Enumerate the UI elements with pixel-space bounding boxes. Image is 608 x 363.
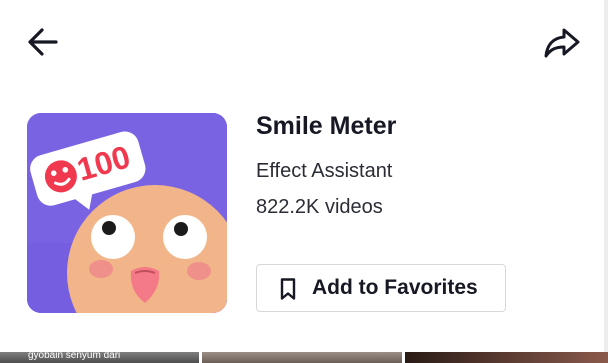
effect-thumbnail[interactable]: 100: [27, 113, 227, 313]
effect-title: Smile Meter: [256, 112, 397, 140]
video-count: 822.2K videos: [256, 196, 383, 218]
video-caption: gyobain senyum dari: [28, 352, 121, 361]
arrow-left-icon: [28, 28, 58, 56]
video-tile[interactable]: gyobain senyum dari: [0, 352, 199, 363]
smile-meter-thumbnail: 100: [27, 113, 227, 313]
top-bar: [0, 0, 608, 90]
add-to-favorites-button[interactable]: Add to Favorites: [256, 264, 506, 312]
add-to-favorites-label: Add to Favorites: [312, 276, 478, 299]
scroll-edge: [604, 0, 608, 352]
back-button[interactable]: [22, 22, 66, 62]
share-arrow-icon: [544, 28, 580, 58]
video-grid: gyobain senyum dari: [0, 352, 608, 363]
effect-creator[interactable]: Effect Assistant: [256, 160, 392, 183]
share-button[interactable]: [540, 22, 584, 62]
bookmark-icon: [280, 278, 296, 300]
video-tile[interactable]: [202, 352, 402, 363]
video-tile[interactable]: [405, 352, 608, 363]
